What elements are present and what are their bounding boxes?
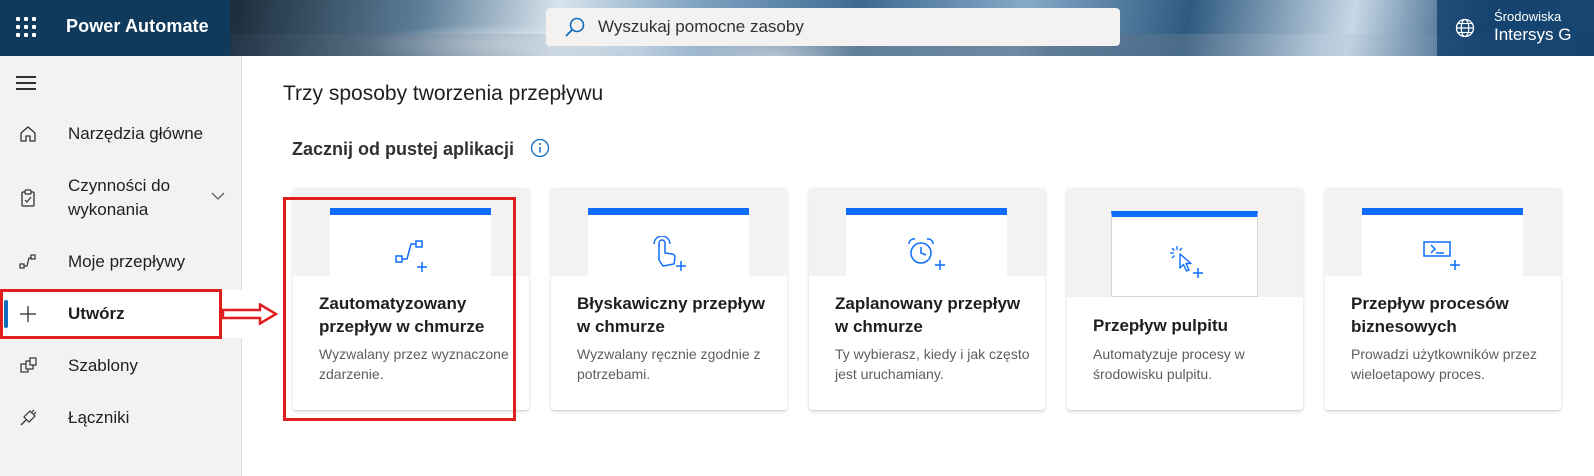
sidebar-item-templates[interactable]: Szablony bbox=[0, 342, 242, 390]
card-description: Prowadzi użytkowników przez wieloetapowy… bbox=[1351, 346, 1537, 382]
card-description: Ty wybierasz, kiedy i jak często jest ur… bbox=[835, 346, 1030, 382]
power-automate-page: Power Automate Wyszukaj pomocne zasoby Ś… bbox=[0, 0, 1594, 476]
plus-icon bbox=[20, 306, 36, 322]
card-business-process-flow[interactable]: Przepływ procesów biznesowych Prowadzi u… bbox=[1325, 188, 1561, 410]
app-name[interactable]: Power Automate bbox=[66, 16, 209, 37]
process-icon bbox=[1423, 241, 1460, 270]
sidebar-item-create[interactable]: Utwórz bbox=[0, 290, 242, 338]
search-icon bbox=[565, 17, 585, 37]
sidebar-item-label: Moje przepływy bbox=[68, 252, 186, 271]
card-title: Zaplanowany przepływ w chmurze bbox=[835, 294, 1021, 336]
card-illustration bbox=[1325, 188, 1561, 276]
environment-label: Środowiska bbox=[1494, 9, 1562, 24]
card-title: Błyskawiczny przepływ w chmurze bbox=[577, 294, 766, 336]
left-navigation: Narzędzia główne Czynności do wykonania … bbox=[0, 56, 242, 476]
page-title: Trzy sposoby tworzenia przepływu bbox=[283, 82, 604, 105]
card-title: Przepływ pulpitu bbox=[1093, 316, 1229, 335]
card-automated-cloud-flow[interactable]: Zautomatyzowany przepływ w chmurze Wyzwa… bbox=[293, 188, 529, 410]
automated-flow-icon bbox=[395, 240, 427, 272]
active-indicator bbox=[4, 300, 8, 328]
card-description: Wyzwalany przez wyznaczone zdarzenie. bbox=[319, 346, 509, 382]
card-description: Wyzwalany ręcznie zgodnie z potrzebami. bbox=[577, 346, 761, 382]
sidebar-item-action-items[interactable]: Czynności do wykonania bbox=[0, 164, 242, 228]
sidebar-item-connectors[interactable]: Łączniki bbox=[0, 394, 242, 442]
app-launcher-icon[interactable] bbox=[14, 15, 38, 39]
touch-icon bbox=[653, 236, 686, 271]
environment-name: Intersys G bbox=[1494, 25, 1572, 44]
card-illustration bbox=[293, 188, 529, 276]
card-illustration bbox=[809, 188, 1045, 276]
sidebar-item-label: Utwórz bbox=[68, 304, 125, 323]
card-scheduled-cloud-flow[interactable]: Zaplanowany przepływ w chmurze Ty wybier… bbox=[809, 188, 1045, 410]
home-icon bbox=[20, 126, 36, 142]
sidebar-item-label: Narzędzia główne bbox=[68, 124, 204, 143]
info-icon[interactable] bbox=[530, 138, 550, 158]
card-illustration bbox=[551, 188, 787, 276]
search-box[interactable]: Wyszukaj pomocne zasoby bbox=[546, 8, 1120, 46]
chevron-down-icon[interactable] bbox=[210, 188, 226, 204]
top-bar: Power Automate Wyszukaj pomocne zasoby Ś… bbox=[0, 0, 1594, 56]
section-title: Zacznij od pustej aplikacji bbox=[292, 139, 515, 159]
sidebar-item-home[interactable]: Narzędzia główne bbox=[0, 110, 242, 158]
alarm-clock-icon bbox=[908, 238, 945, 270]
annotation-arrow-icon bbox=[222, 303, 278, 325]
environment-picker[interactable]: Środowiska Intersys G bbox=[1437, 0, 1594, 56]
cursor-click-icon bbox=[1170, 246, 1203, 278]
sidebar-item-label: Łączniki bbox=[68, 408, 130, 427]
sidebar-item-label: Szablony bbox=[68, 356, 138, 375]
card-instant-cloud-flow[interactable]: Błyskawiczny przepływ w chmurze Wyzwalan… bbox=[551, 188, 787, 410]
clipboard-icon bbox=[21, 189, 35, 207]
card-illustration bbox=[1067, 188, 1303, 297]
templates-icon bbox=[20, 357, 37, 373]
hamburger-menu-icon[interactable] bbox=[16, 76, 38, 92]
card-desktop-flow[interactable]: Przepływ pulpitu Automatyzuje procesy w … bbox=[1067, 188, 1303, 410]
sidebar-item-my-flows[interactable]: Moje przepływy bbox=[0, 238, 242, 286]
connector-icon bbox=[20, 409, 37, 426]
search-placeholder: Wyszukaj pomocne zasoby bbox=[598, 17, 804, 36]
card-title: Zautomatyzowany przepływ w chmurze bbox=[319, 294, 485, 336]
flow-icon bbox=[19, 254, 36, 269]
card-description: Automatyzuje procesy w środowisku pulpit… bbox=[1093, 346, 1245, 382]
sidebar-item-label: Czynności do wykonania bbox=[68, 176, 171, 219]
card-title: Przepływ procesów biznesowych bbox=[1351, 294, 1509, 336]
globe-icon bbox=[1455, 18, 1475, 38]
